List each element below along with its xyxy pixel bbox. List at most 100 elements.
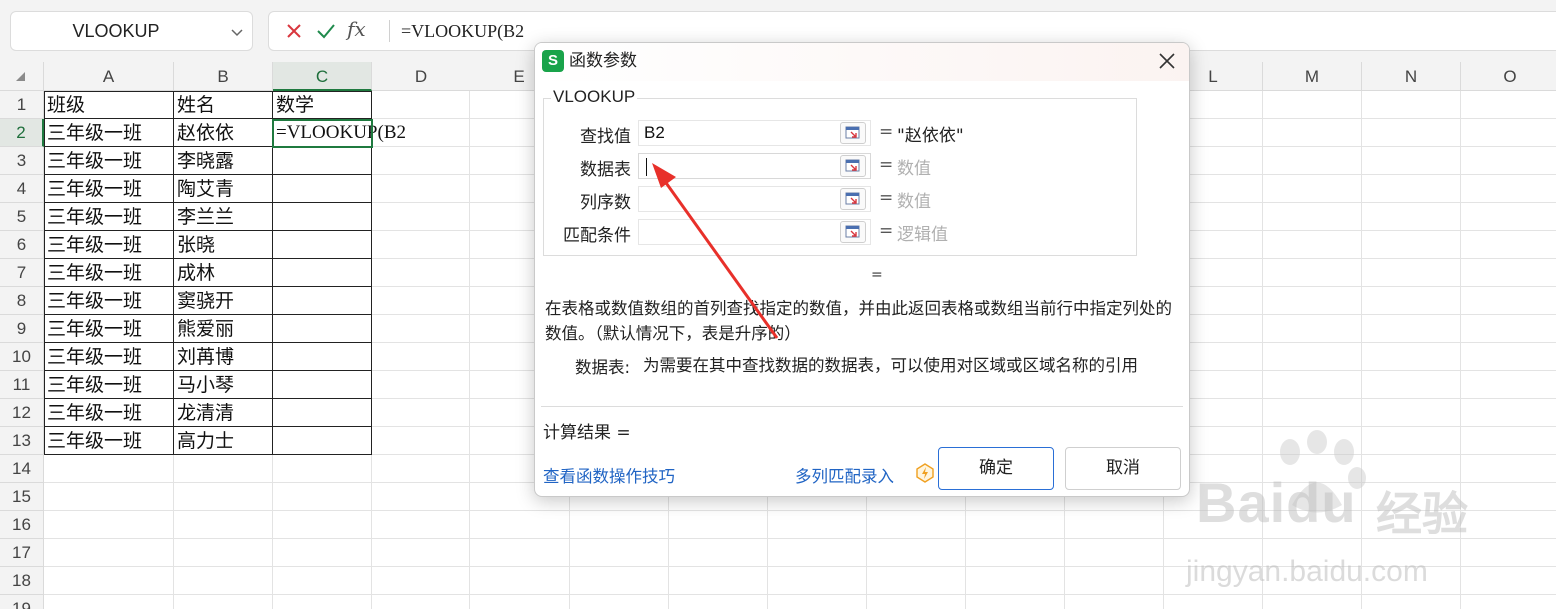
cell-b7[interactable]: 成林 [174, 259, 215, 287]
row-header-13[interactable]: 13 [0, 427, 44, 455]
multi-column-match-link[interactable]: 多列匹配录入 [795, 463, 894, 487]
cell-a13[interactable]: 三年级一班 [44, 427, 142, 455]
arg-input-value-1: B2 [644, 123, 665, 142]
ok-button[interactable]: 确定 [938, 447, 1054, 490]
cell-a8[interactable]: 三年级一班 [44, 287, 142, 315]
row-header-15[interactable]: 15 [0, 483, 44, 511]
cell-a11[interactable]: 三年级一班 [44, 371, 142, 399]
cancel-button[interactable]: 取消 [1065, 447, 1181, 490]
cell-c13[interactable] [273, 427, 276, 455]
grid-row-line [44, 538, 1556, 539]
cell-c3[interactable] [273, 147, 276, 175]
table-border-h [44, 202, 372, 203]
close-icon[interactable] [1157, 51, 1177, 71]
wps-spreadsheet-logo-icon: S [542, 50, 564, 72]
cell-c7[interactable] [273, 259, 276, 287]
range-select-icon[interactable] [840, 188, 866, 210]
row-header-9[interactable]: 9 [0, 315, 44, 343]
row-header-1[interactable]: 1 [0, 91, 44, 119]
row-header-17[interactable]: 17 [0, 539, 44, 567]
cell-c8[interactable] [273, 287, 276, 315]
cell-b6[interactable]: 张晓 [174, 231, 215, 259]
row-header-12[interactable]: 12 [0, 399, 44, 427]
cell-b8[interactable]: 窦骁开 [174, 287, 234, 315]
range-select-icon[interactable] [840, 155, 866, 177]
cell-c6[interactable] [273, 231, 276, 259]
row-header-8[interactable]: 8 [0, 287, 44, 315]
cell-b12[interactable]: 龙清清 [174, 399, 234, 427]
row-header-11[interactable]: 11 [0, 371, 44, 399]
row-header-10[interactable]: 10 [0, 343, 44, 371]
table-border-h [44, 314, 372, 315]
range-select-icon[interactable] [840, 122, 866, 144]
cell-b3[interactable]: 李晓露 [174, 147, 234, 175]
arg-label-3: 列序数 [580, 193, 631, 213]
cell-a10[interactable]: 三年级一班 [44, 343, 142, 371]
cell-a7[interactable]: 三年级一班 [44, 259, 142, 287]
cell-c11[interactable] [273, 371, 276, 399]
confirm-check-icon[interactable] [315, 20, 337, 42]
column-header-c[interactable]: C [273, 62, 372, 91]
cell-b5[interactable]: 李兰兰 [174, 203, 234, 231]
lightning-badge-icon[interactable] [915, 463, 935, 483]
row-header-14[interactable]: 14 [0, 455, 44, 483]
cell-b9[interactable]: 熊爱丽 [174, 315, 234, 343]
row-header-3[interactable]: 3 [0, 147, 44, 175]
select-all-corner[interactable] [0, 62, 44, 91]
cell-b11[interactable]: 马小琴 [174, 371, 234, 399]
cell-b13[interactable]: 高力士 [174, 427, 234, 455]
column-header-a[interactable]: A [44, 62, 174, 91]
column-header-b[interactable]: B [174, 62, 273, 91]
cell-a9[interactable]: 三年级一班 [44, 315, 142, 343]
cell-b4[interactable]: 陶艾青 [174, 175, 234, 203]
cell-a2[interactable]: 三年级一班 [44, 119, 142, 147]
cell-a12[interactable]: 三年级一班 [44, 399, 142, 427]
column-header-n[interactable]: N [1362, 62, 1461, 91]
range-select-icon[interactable] [840, 221, 866, 243]
row-header-5[interactable]: 5 [0, 203, 44, 231]
cell-a6[interactable]: 三年级一班 [44, 231, 142, 259]
cell-a3[interactable]: 三年级一班 [44, 147, 142, 175]
row-header-6[interactable]: 6 [0, 231, 44, 259]
cell-a1[interactable]: 班级 [44, 91, 85, 119]
cancel-icon[interactable] [283, 20, 305, 42]
insert-function-icon[interactable]: fx [347, 17, 366, 41]
row-header-16[interactable]: 16 [0, 511, 44, 539]
cell-b2[interactable]: 赵依依 [174, 119, 234, 147]
arg-input-4[interactable] [638, 219, 871, 245]
cell-c4[interactable] [273, 175, 276, 203]
function-tips-link[interactable]: 查看函数操作技巧 [543, 463, 675, 487]
row-header-18[interactable]: 18 [0, 567, 44, 595]
cell-c5[interactable] [273, 203, 276, 231]
cell-c9[interactable] [273, 315, 276, 343]
function-description: 在表格或数值数组的首列查找指定的数值，并由此返回表格或数组当前行中指定列处的数值… [545, 299, 1172, 343]
row-header-4[interactable]: 4 [0, 175, 44, 203]
formula-result-equals: = [871, 267, 883, 283]
cell-a4[interactable]: 三年级一班 [44, 175, 142, 203]
row-header-2[interactable]: 2 [0, 119, 44, 147]
cell-c10[interactable] [273, 343, 276, 371]
arg-result-2: 数值 [897, 159, 931, 179]
arg-result-3: 数值 [897, 192, 931, 212]
column-header-o[interactable]: O [1461, 62, 1556, 91]
arg-result-1: "赵依依" [897, 126, 964, 146]
arg-input-3[interactable] [638, 186, 871, 212]
cell-b1[interactable]: 姓名 [174, 91, 215, 119]
cell-c1[interactable]: 数学 [273, 91, 314, 119]
cell-b10[interactable]: 刘苒博 [174, 343, 234, 371]
column-header-m[interactable]: M [1263, 62, 1362, 91]
select-all-triangle-icon [16, 72, 25, 81]
formula-text[interactable]: =VLOOKUP(B2 [401, 12, 524, 50]
column-header-d[interactable]: D [372, 62, 471, 91]
chevron-down-icon[interactable] [230, 25, 244, 39]
arg-input-1[interactable]: B2 [638, 120, 871, 146]
table-border-h [44, 230, 372, 231]
row-header-19[interactable]: 19 [0, 595, 44, 609]
grid-col-line [1361, 91, 1362, 609]
arg-input-2[interactable] [638, 153, 871, 179]
cell-a5[interactable]: 三年级一班 [44, 203, 142, 231]
cell-c12[interactable] [273, 399, 276, 427]
row-header-7[interactable]: 7 [0, 259, 44, 287]
dialog-title-bar[interactable]: S 函数参数 [535, 43, 1189, 81]
name-box[interactable]: VLOOKUP [10, 11, 253, 51]
